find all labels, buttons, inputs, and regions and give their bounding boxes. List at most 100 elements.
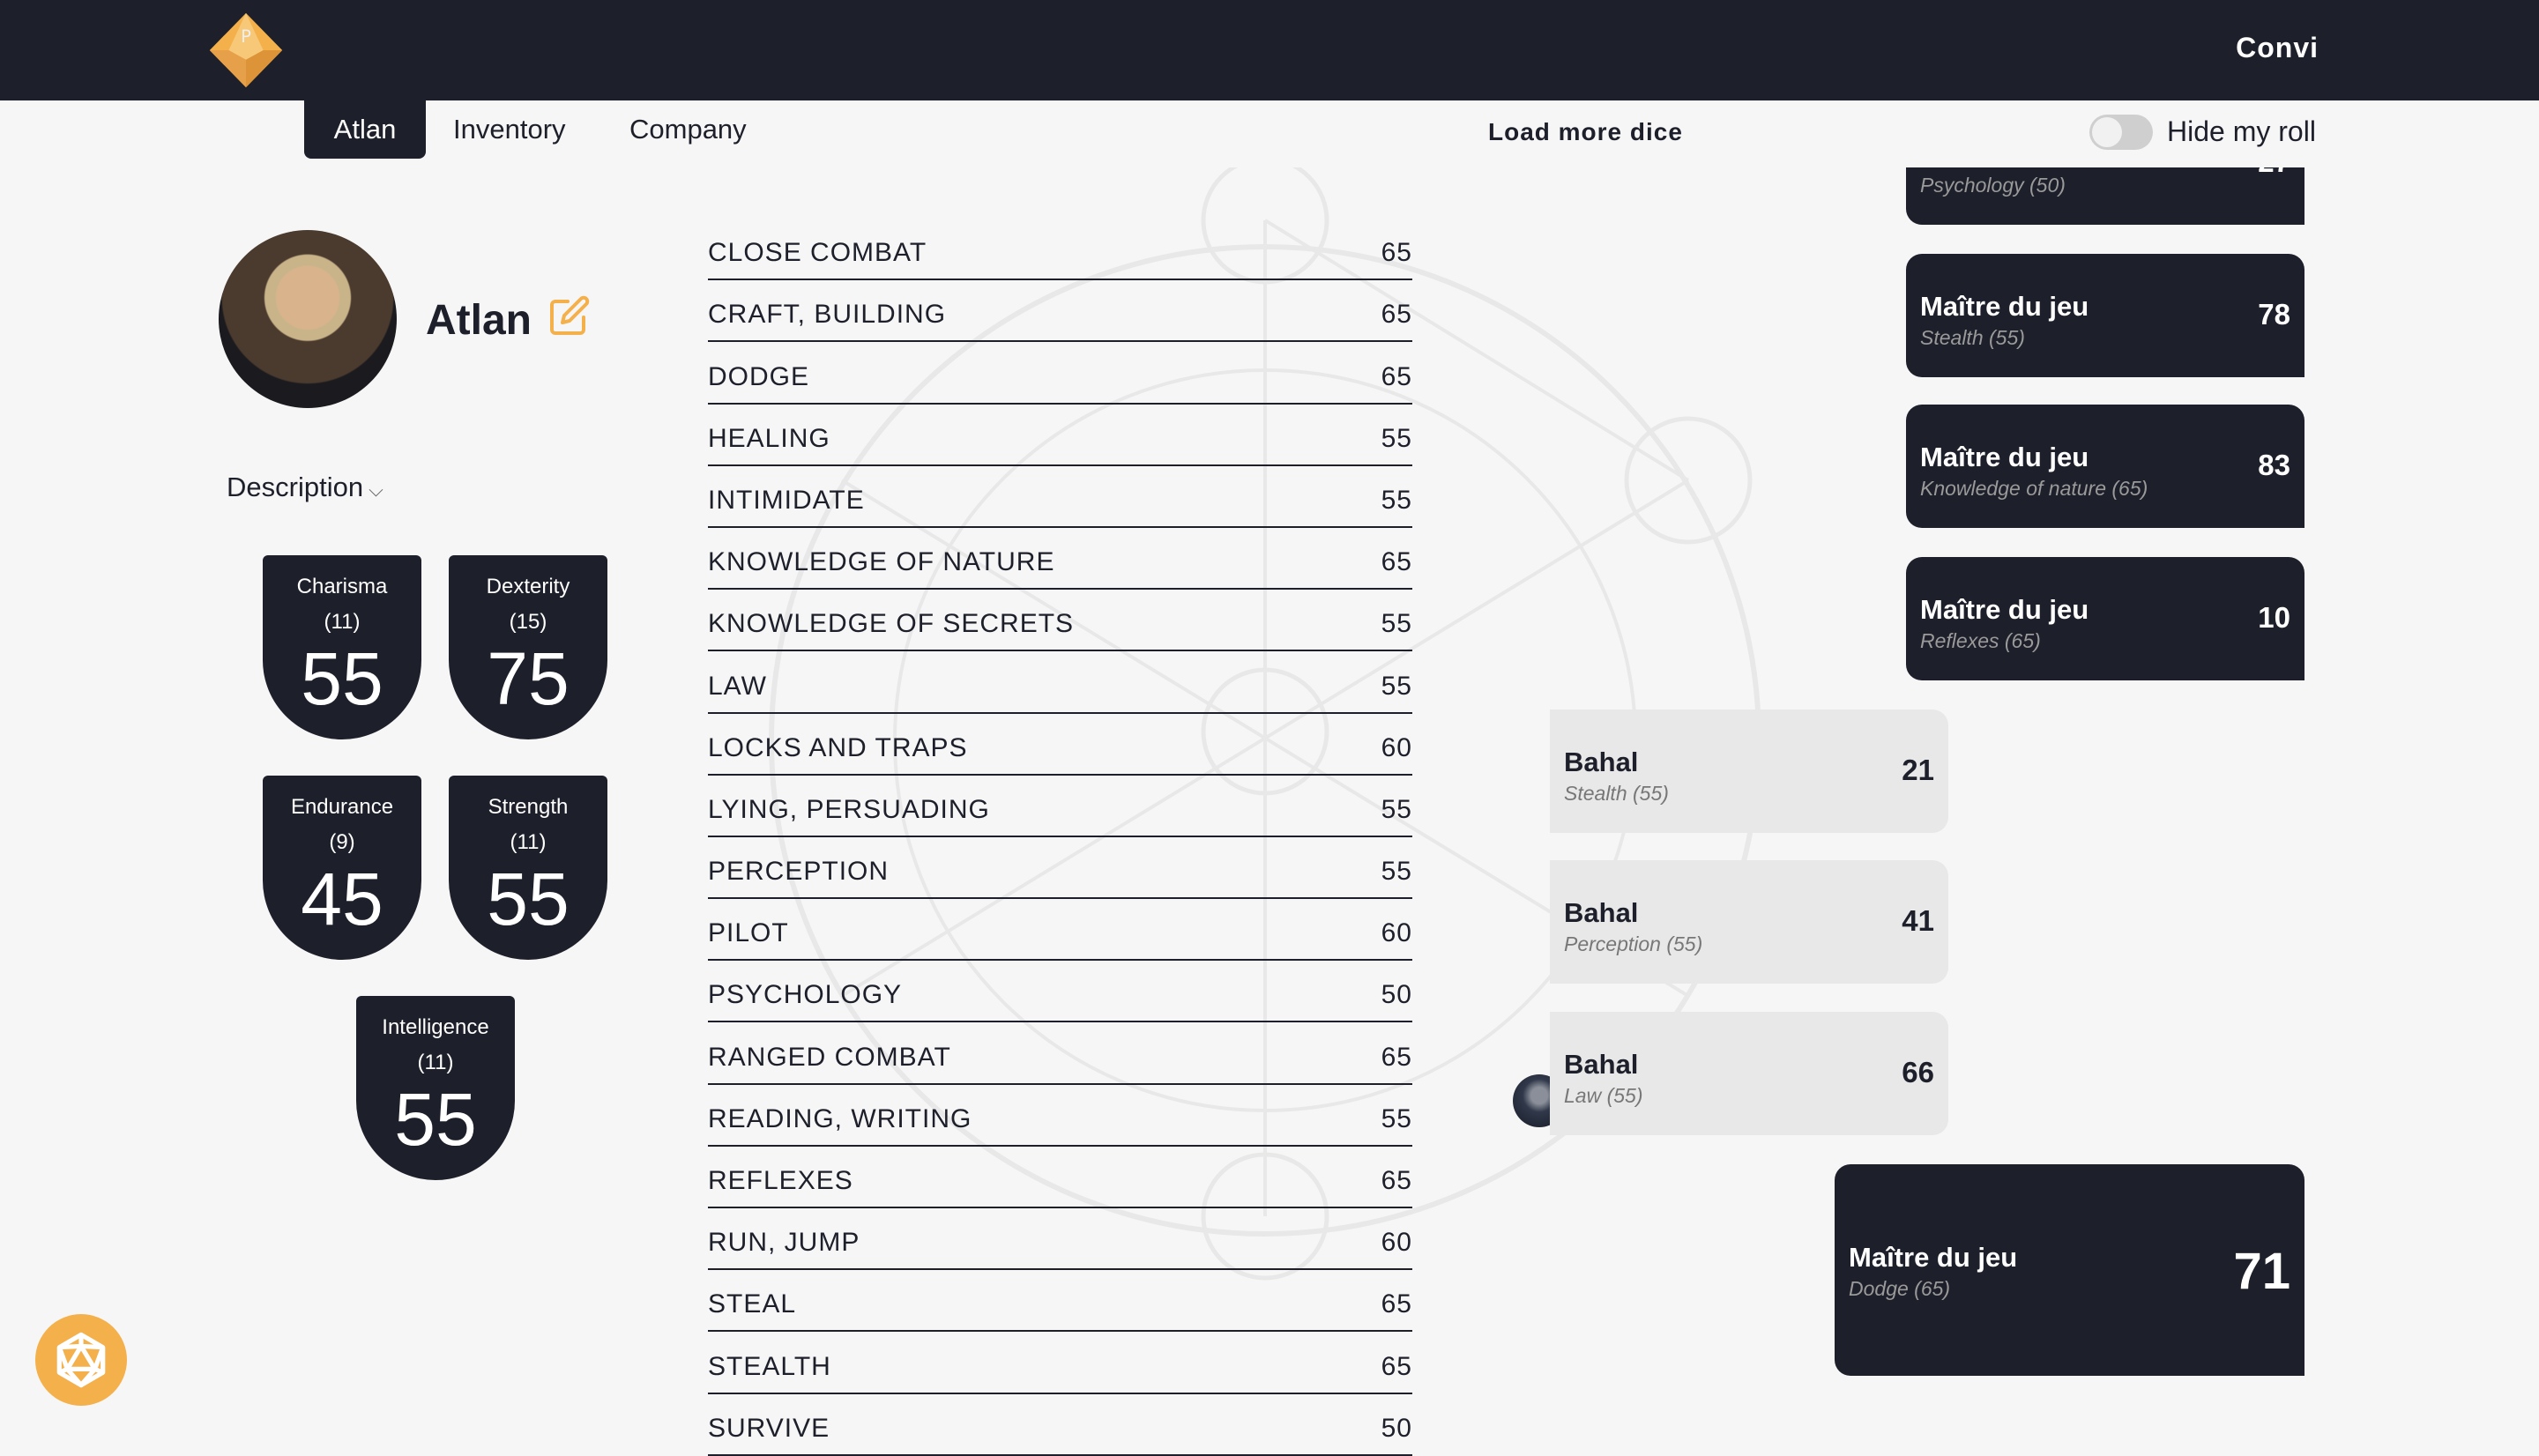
- attribute-label: Endurance: [290, 795, 394, 819]
- skill-row[interactable]: SURVIVE 50: [708, 1394, 1412, 1456]
- skill-row[interactable]: PSYCHOLOGY 50: [708, 961, 1412, 1023]
- attribute-strength[interactable]: Strength (11) 55: [449, 776, 607, 960]
- skill-value: 60: [1381, 918, 1412, 948]
- roll-dice-button[interactable]: [35, 1314, 127, 1406]
- roll-skill: Psychology (50): [1920, 174, 2066, 197]
- skill-value: 65: [1381, 1042, 1412, 1072]
- attribute-base: (15): [509, 610, 547, 634]
- skill-value: 55: [1381, 671, 1412, 701]
- attribute-value: 55: [394, 1078, 477, 1161]
- attribute-charisma[interactable]: Charisma (11) 55: [263, 555, 421, 739]
- skill-row[interactable]: STEALTH 65: [708, 1332, 1412, 1394]
- roll-result: 10: [2258, 601, 2290, 634]
- attribute-label: Charisma: [296, 575, 388, 598]
- skill-row[interactable]: LOCKS AND TRAPS 60: [708, 714, 1412, 776]
- tab-inventory[interactable]: Inventory: [425, 100, 594, 159]
- roll-card: Maître du jeu Dodge (65) 71: [1835, 1164, 2304, 1376]
- skill-row[interactable]: KNOWLEDGE OF NATURE 65: [708, 528, 1412, 591]
- skill-value: 55: [1381, 794, 1412, 824]
- skill-value: 50: [1381, 1413, 1412, 1443]
- skill-value: 65: [1381, 1289, 1412, 1319]
- skill-value: 60: [1381, 732, 1412, 762]
- skill-value: 50: [1381, 980, 1412, 1010]
- user-name[interactable]: Convi: [2236, 32, 2319, 64]
- chevron-down-icon: ⌵: [363, 479, 383, 501]
- attribute-value: 55: [487, 858, 570, 940]
- skill-name: READING, WRITING: [708, 1103, 972, 1133]
- skill-name: RUN, JUMP: [708, 1228, 860, 1258]
- load-more-dice-button[interactable]: Load more dice: [1488, 118, 1683, 146]
- attribute-base: (11): [324, 610, 361, 634]
- skill-value: 55: [1381, 423, 1412, 453]
- skill-name: STEAL: [708, 1289, 797, 1319]
- roll-card: Maître du jeu Reflexes (65) 10: [1906, 557, 2304, 680]
- skill-value: 65: [1381, 300, 1412, 330]
- attribute-intelligence[interactable]: Intelligence (11) 55: [356, 996, 515, 1180]
- roll-card: Psychology (50) 27: [1906, 167, 2304, 225]
- top-bar: P Convi: [0, 0, 2539, 100]
- attribute-base: (11): [417, 1051, 454, 1074]
- skill-value: 55: [1381, 609, 1412, 639]
- description-label: Description: [227, 472, 364, 502]
- hide-roll-toggle[interactable]: [2089, 115, 2153, 150]
- skill-row[interactable]: PERCEPTION 55: [708, 837, 1412, 900]
- skill-value: 65: [1381, 361, 1412, 391]
- roll-player: Bahal: [1564, 897, 1639, 928]
- attribute-dexterity[interactable]: Dexterity (15) 75: [449, 555, 607, 739]
- roll-player: Maître du jeu: [1920, 442, 2089, 472]
- skill-row[interactable]: INTIMIDATE 55: [708, 466, 1412, 528]
- description-toggle[interactable]: Description ⌵: [227, 472, 383, 503]
- roll-skill: Stealth (55): [1920, 326, 2025, 349]
- roll-result: 21: [1902, 754, 1934, 786]
- skill-name: KNOWLEDGE OF SECRETS: [708, 609, 1075, 639]
- skill-name: PILOT: [708, 918, 789, 948]
- skill-row[interactable]: STEAL 65: [708, 1270, 1412, 1333]
- skill-value: 55: [1381, 485, 1412, 515]
- toggle-knob: [2092, 117, 2122, 147]
- roll-skill: Knowledge of nature (65): [1920, 477, 2148, 500]
- skill-value: 65: [1381, 547, 1412, 577]
- skill-name: CLOSE COMBAT: [708, 238, 927, 268]
- roll-card: Maître du jeu Stealth (55) 78: [1906, 254, 2304, 377]
- roll-card: Maître du jeu Knowledge of nature (65) 83: [1906, 405, 2304, 528]
- roll-skill: Perception (55): [1564, 932, 1703, 955]
- skill-name: CRAFT, BUILDING: [708, 300, 947, 330]
- skill-row[interactable]: PILOT 60: [708, 899, 1412, 962]
- roll-skill: Law (55): [1564, 1084, 1643, 1107]
- skill-row[interactable]: CRAFT, BUILDING 65: [708, 280, 1412, 343]
- skill-name: LAW: [708, 671, 767, 701]
- skills-list: CLOSE COMBAT 65 CRAFT, BUILDING 65 DODGE 65 HE…: [708, 219, 1412, 1456]
- skill-row[interactable]: READING, WRITING 55: [708, 1085, 1412, 1147]
- roll-result: 78: [2258, 298, 2290, 331]
- logo-icon[interactable]: P: [203, 11, 289, 90]
- tab-atlan[interactable]: Atlan: [304, 100, 426, 159]
- skill-row[interactable]: HEALING 55: [708, 405, 1412, 466]
- roll-player: Maître du jeu: [1849, 1242, 2018, 1273]
- skill-row[interactable]: LAW 55: [708, 651, 1412, 714]
- attribute-base: (11): [510, 830, 547, 854]
- skill-row[interactable]: RUN, JUMP 60: [708, 1208, 1412, 1271]
- skill-value: 65: [1381, 1166, 1412, 1195]
- roll-result: 27: [2258, 167, 2290, 179]
- attribute-endurance[interactable]: Endurance (9) 45: [263, 776, 421, 960]
- skill-row[interactable]: RANGED COMBAT 65: [708, 1022, 1412, 1085]
- edit-icon[interactable]: [548, 294, 591, 337]
- attribute-value: 55: [301, 637, 383, 720]
- tab-company[interactable]: Company: [601, 100, 775, 159]
- svg-text:P: P: [241, 26, 251, 47]
- roll-player: Bahal: [1564, 747, 1639, 777]
- roll-card: Bahal Perception (55) 41: [1550, 860, 1948, 984]
- skill-row[interactable]: REFLEXES 65: [708, 1147, 1412, 1208]
- attribute-base: (9): [329, 830, 355, 854]
- skill-row[interactable]: DODGE 65: [708, 342, 1412, 405]
- roll-player: Bahal: [1564, 1049, 1639, 1080]
- skill-name: RANGED COMBAT: [708, 1042, 951, 1072]
- skill-row[interactable]: CLOSE COMBAT 65: [708, 219, 1412, 281]
- skill-name: PSYCHOLOGY: [708, 980, 903, 1010]
- attribute-label: Intelligence: [382, 1015, 489, 1039]
- skill-name: SURVIVE: [708, 1413, 830, 1443]
- skill-row[interactable]: KNOWLEDGE OF SECRETS 55: [708, 590, 1412, 652]
- skill-row[interactable]: LYING, PERSUADING 55: [708, 776, 1412, 837]
- skill-name: LOCKS AND TRAPS: [708, 732, 968, 762]
- skill-name: PERCEPTION: [708, 857, 890, 887]
